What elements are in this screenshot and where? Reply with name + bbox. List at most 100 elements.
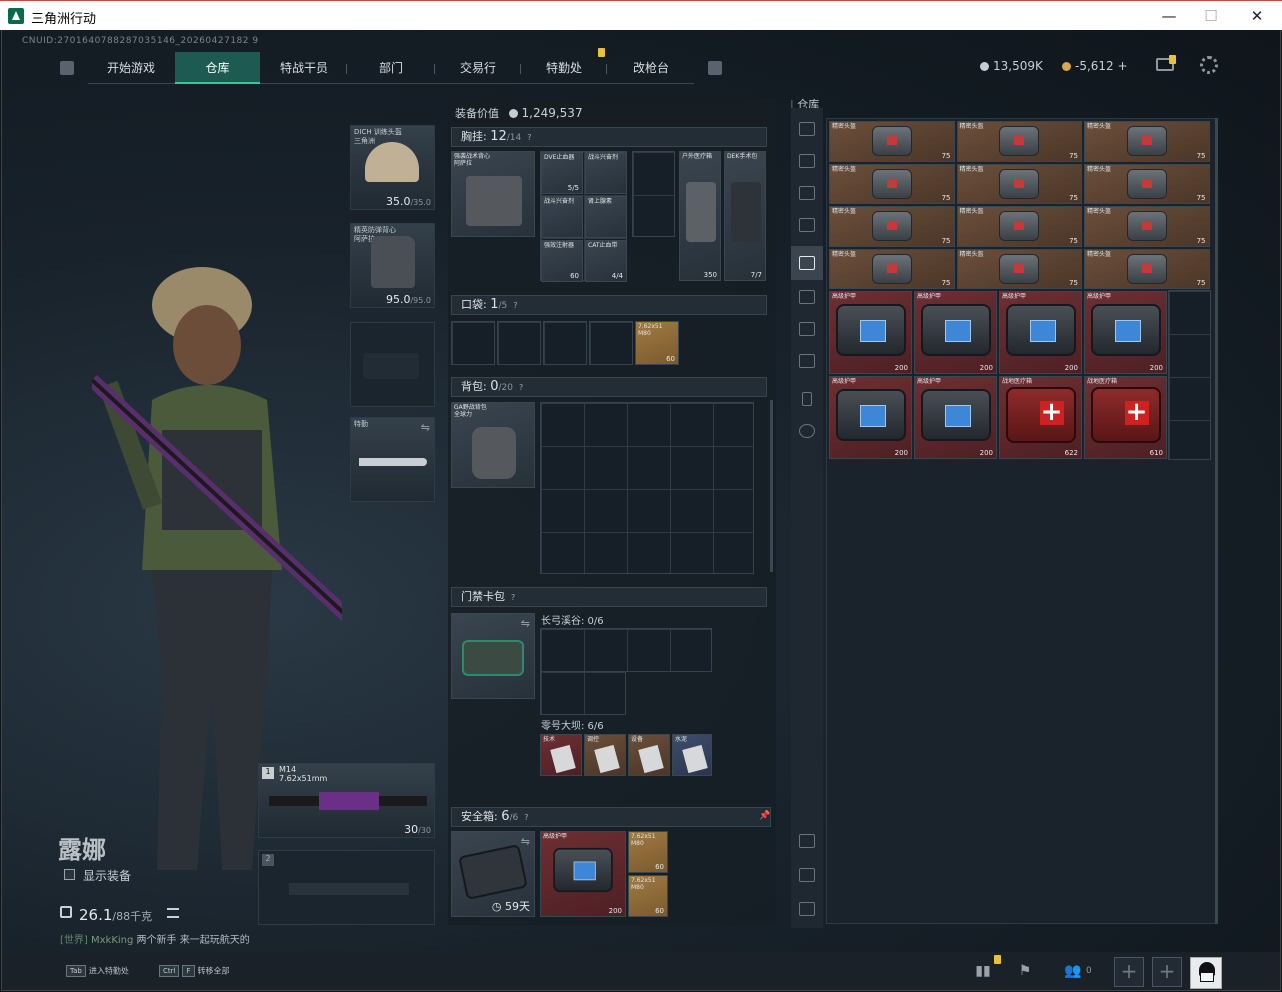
storage-sort-icon[interactable] — [799, 834, 815, 848]
key-item-2[interactable]: 设备 — [628, 734, 670, 776]
pocket-slot-4[interactable] — [589, 321, 633, 365]
tab-warehouse[interactable]: 仓库 — [175, 52, 260, 84]
storage-armor-item[interactable]: 高级护甲 200 — [914, 376, 997, 459]
storage-lock-icon[interactable] — [802, 392, 812, 406]
storage-helmet-item[interactable]: 精密头盔 75 — [829, 121, 955, 162]
armor-slot[interactable]: 精英防弹背心 阿萨拉 95.0/95.0 — [350, 223, 435, 308]
maximize-button[interactable]: ☐ — [1200, 5, 1222, 27]
storage-helmet-item[interactable]: 精密头盔 75 — [1084, 248, 1210, 289]
storage-stack-icon[interactable] — [799, 868, 815, 882]
team-add-slot-2[interactable]: + — [1152, 957, 1182, 987]
chest-item-1[interactable]: 战斗兴奋剂 — [585, 152, 627, 194]
storage-tool-icon[interactable] — [799, 902, 815, 916]
storage-settings-icon[interactable] — [799, 424, 815, 438]
storage-grid[interactable]: 精密头盔 75 精密头盔 75 精密头盔 75 精密头盔 75 精密头盔 75 精密头盔 75 精密头盔… — [826, 118, 1218, 924]
enter-special-ops-button[interactable]: Tab 进入特勤处 — [66, 965, 129, 977]
storage-tab-4-icon[interactable] — [799, 218, 815, 232]
tab-special-ops[interactable]: 特勤处 — [522, 52, 606, 84]
key-item-3[interactable]: 水泥 — [672, 734, 712, 776]
tab-gunsmith[interactable]: 改枪台 — [608, 52, 694, 84]
pocket-slot-3[interactable] — [543, 321, 587, 365]
key-item-1[interactable]: 调控 — [584, 734, 626, 776]
player-avatar[interactable] — [1190, 957, 1222, 989]
storage-tab-5-icon[interactable] — [799, 256, 815, 270]
chest-item-7[interactable]: DEK手术包 7/7 — [724, 151, 766, 281]
chest-item-6[interactable]: 户外医疗箱 350 — [679, 151, 721, 281]
storage-armor-item[interactable]: 高级护甲 200 — [999, 291, 1082, 374]
storage-helmet-item[interactable]: 精密头盔 75 — [956, 248, 1082, 289]
silver-currency[interactable]: 13,509K — [980, 59, 1043, 73]
storage-tab-8-icon[interactable] — [799, 354, 815, 368]
storage-helmet-item[interactable]: 精密头盔 75 — [956, 121, 1082, 162]
pocket-slot-1[interactable] — [451, 321, 495, 365]
chest-item-3[interactable]: 肾上腺素 — [585, 196, 627, 238]
storage-armor-item[interactable]: 高级护甲 200 — [914, 291, 997, 374]
storage-tab-7-icon[interactable] — [799, 322, 815, 336]
chest-item-2[interactable]: 战斗兴奋剂 — [541, 196, 583, 238]
storage-armor-item[interactable]: 高级护甲 200 — [829, 291, 912, 374]
storage-helmet-item[interactable]: 精密头盔 75 — [956, 163, 1082, 204]
swap-icon[interactable]: ⇋ — [521, 835, 530, 848]
primary-weapon-slot[interactable]: 1 M14 7.62x51mm 30/30 — [258, 763, 435, 838]
safe-ammo-item-2[interactable]: 7.62x51 M80 60 — [628, 875, 668, 917]
safe-armor-item[interactable]: 高级护甲 200 — [540, 831, 626, 917]
melee-slot[interactable]: 特勤 ⇋ — [350, 417, 435, 502]
storage-tab-2-icon[interactable] — [799, 154, 815, 168]
backpack-item[interactable]: GA野战背包 全球力 — [451, 402, 535, 488]
storage-medkit-item[interactable]: 战地医疗箱622 — [999, 376, 1082, 459]
nav-next-button[interactable] — [708, 61, 722, 75]
backpack-scrollbar[interactable] — [770, 400, 773, 572]
storage-medkit-item[interactable]: 战地医疗箱610 — [1084, 376, 1167, 459]
settings-gear-icon[interactable] — [1200, 56, 1218, 74]
keycard-case-item[interactable]: ⇋ — [451, 613, 535, 699]
storage-tab-1-icon[interactable] — [799, 122, 815, 136]
tab-operators[interactable]: 特战干员 — [262, 52, 346, 84]
flag-icon[interactable]: ⚑ — [1014, 960, 1036, 982]
storage-scrollbar[interactable] — [1215, 118, 1218, 924]
storage-helmet-item[interactable]: 精密头盔 75 — [829, 248, 955, 289]
transfer-all-button[interactable]: Ctrl F 转移全部 — [159, 965, 230, 977]
storage-helmet-item[interactable]: 精密头盔 75 — [956, 206, 1082, 247]
tab-trade[interactable]: 交易行 — [436, 52, 520, 84]
world-chat[interactable]: [世界] MxkKing 两个新手 来一起玩航天的 — [60, 931, 250, 946]
tab-start-game[interactable]: 开始游戏 — [88, 52, 174, 84]
tab-department[interactable]: 部门 — [348, 52, 434, 84]
storage-tab-6-icon[interactable] — [799, 290, 815, 304]
pocket-ammo-item[interactable]: 7.62x51 M80 60 — [635, 321, 679, 365]
storage-helmet-item[interactable]: 精密头盔 75 — [1084, 121, 1210, 162]
chest-item-0[interactable]: DVE止血器 5/5 — [541, 152, 583, 194]
stats-chart-icon[interactable]: ▮▮ — [972, 960, 994, 982]
storage-tab-3-icon[interactable] — [799, 186, 815, 200]
gold-currency[interactable]: -5,612 + — [1062, 59, 1128, 73]
zone-1-grid-top[interactable] — [540, 628, 712, 672]
zone-1-grid-bottom[interactable] — [540, 671, 626, 715]
storage-helmet-item[interactable]: 精密头盔 75 — [1084, 163, 1210, 204]
safebox-item[interactable]: ⇋ ◷ 59天 — [451, 831, 535, 917]
key-item-0[interactable]: 技术 — [540, 734, 582, 776]
list-icon[interactable] — [167, 908, 179, 918]
pin-icon[interactable]: 📌 — [759, 811, 770, 821]
secondary-weapon-slot[interactable]: 2 — [258, 850, 435, 925]
pistol-slot[interactable] — [350, 322, 435, 407]
show-gear-checkbox[interactable] — [64, 869, 75, 880]
storage-helmet-item[interactable]: 精密头盔 75 — [829, 163, 955, 204]
storage-helmet-item[interactable]: 精密头盔 75 — [1084, 206, 1210, 247]
helmet-slot[interactable]: DICH 训练头盔 三角洲 35.0/35.0 — [350, 125, 435, 210]
minimize-button[interactable]: — — [1158, 5, 1180, 27]
friends-icon[interactable]: 👥 — [1062, 960, 1084, 982]
close-button[interactable]: ✕ — [1246, 5, 1268, 27]
chest-item-5[interactable]: CAT止血带 4/4 — [585, 240, 627, 282]
pocket-slot-2[interactable] — [497, 321, 541, 365]
storage-helmet-item[interactable]: 精密头盔 75 — [829, 206, 955, 247]
swap-icon[interactable]: ⇋ — [421, 421, 430, 434]
swap-icon[interactable]: ⇋ — [521, 617, 530, 630]
safe-ammo-item-1[interactable]: 7.62x51 M80 60 — [628, 831, 668, 873]
storage-armor-item[interactable]: 高级护甲 200 — [1084, 291, 1167, 374]
storage-empty-cells[interactable] — [1168, 290, 1211, 460]
backpack-grid[interactable] — [540, 402, 754, 574]
chest-item-4[interactable]: 强效注射器 60 — [541, 240, 583, 282]
chest-rig-item[interactable]: 强袭战术背心 阿萨拉 — [451, 151, 535, 237]
storage-armor-item[interactable]: 高级护甲 200 — [829, 376, 912, 459]
team-add-slot-1[interactable]: + — [1114, 957, 1144, 987]
nav-prev-button[interactable] — [60, 61, 74, 75]
